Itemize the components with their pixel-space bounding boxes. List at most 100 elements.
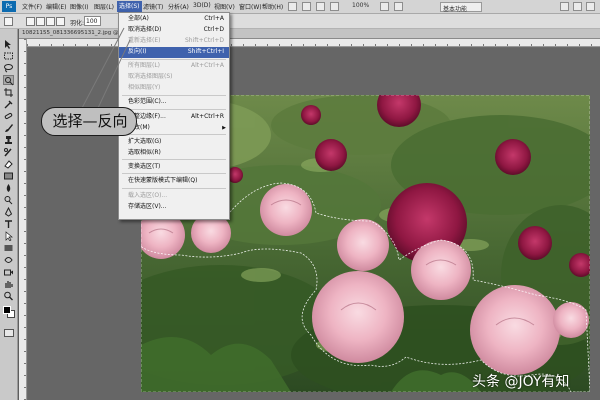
select-menu-item-3[interactable]: 反向(I) Shift+Ctrl+I — [119, 47, 229, 58]
type-icon[interactable] — [3, 219, 14, 229]
path-selection-icon[interactable] — [3, 231, 14, 241]
menu-item-label: 重新选择(E) — [128, 37, 161, 44]
add-selection-icon[interactable] — [36, 17, 45, 26]
menu-3d[interactable]: 3D(D) — [193, 2, 211, 9]
brush-icon[interactable] — [3, 123, 14, 133]
clone-stamp-icon[interactable] — [3, 135, 14, 145]
gradient-icon[interactable] — [3, 171, 14, 181]
3d-camera-icon[interactable] — [3, 267, 14, 277]
menu-item-shortcut: Alt+Ctrl+A — [191, 62, 224, 69]
menu-edit[interactable]: 编辑(E) — [46, 2, 66, 11]
menu-item-label: 存储选区(V)... — [128, 203, 167, 210]
zoom-level[interactable]: 100% — [352, 2, 369, 9]
select-menu-item-11[interactable]: 选取相似(R) — [119, 148, 229, 159]
quick-selection-icon[interactable] — [3, 75, 14, 86]
photoshop-logo: Ps — [2, 1, 16, 12]
select-menu-item-6: 相似图层(Y) — [119, 83, 229, 94]
menu-item-label: 扩大选取(G) — [128, 138, 162, 145]
close-icon[interactable] — [586, 2, 595, 11]
select-menu-item-13[interactable]: 在快速蒙版模式下编辑(Q) — [119, 176, 229, 187]
menu-help[interactable]: 帮助(H) — [262, 2, 283, 11]
shape-icon[interactable] — [3, 243, 14, 253]
dodge-icon[interactable] — [3, 195, 14, 205]
menu-layer[interactable]: 图层(L) — [94, 2, 114, 11]
lasso-icon[interactable] — [3, 63, 14, 73]
hand-icon[interactable] — [3, 279, 14, 289]
menu-item-shortcut: Ctrl+D — [203, 26, 224, 33]
minimize-icon[interactable] — [560, 2, 569, 11]
menu-item-label: 选取相似(R) — [128, 149, 161, 156]
select-menu-item-5: 取消选择图层(S) — [119, 72, 229, 83]
menu-item-shortcut: Ctrl+A — [204, 15, 224, 22]
menu-item-shortcut: Shift+Ctrl+D — [185, 37, 224, 44]
zoom-icon[interactable] — [3, 291, 14, 301]
select-menu-item-0[interactable]: 全部(A) Ctrl+A — [119, 14, 229, 25]
select-menu-item-1[interactable]: 取消选择(D) Ctrl+D — [119, 25, 229, 36]
intersect-selection-icon[interactable] — [56, 17, 65, 26]
menu-window[interactable]: 窗口(W) — [239, 2, 262, 11]
feather-input[interactable]: 100 — [84, 16, 101, 26]
watermark: 头条 @JOY有知 — [472, 374, 570, 390]
history-brush-icon[interactable] — [3, 147, 14, 157]
menu-item-label: 取消选择图层(S) — [128, 73, 173, 80]
mini-bridge-icon[interactable] — [302, 2, 311, 11]
menu-separator — [122, 188, 226, 189]
menu-separator — [122, 159, 226, 160]
quick-mask-icon[interactable] — [4, 329, 14, 337]
eyedropper-icon[interactable] — [3, 99, 14, 109]
callout-text: 选择—反向 — [52, 112, 128, 130]
eraser-icon[interactable] — [3, 159, 14, 169]
menu-item-label: 所有图层(L) — [128, 62, 161, 69]
menu-item-label: 载入选区(O)... — [128, 192, 168, 199]
crop-icon[interactable] — [3, 87, 14, 97]
menu-separator — [122, 59, 226, 60]
select-menu-item-15[interactable]: 存储选区(V)... — [119, 202, 229, 213]
arrange-documents-icon[interactable] — [380, 2, 389, 11]
menu-bar: Ps 文件(F) 编辑(E) 图像(I) 图层(L) 选择(S) 滤镜(T) 分… — [0, 0, 600, 14]
new-selection-icon[interactable] — [26, 17, 35, 26]
hand-tool-icon[interactable] — [316, 2, 325, 11]
workspace-switcher[interactable]: 基本功能 — [440, 2, 482, 13]
menu-image[interactable]: 图像(I) — [70, 2, 88, 11]
menu-analysis[interactable]: 分析(A) — [168, 2, 189, 11]
select-menu-item-10[interactable]: 扩大选取(G) — [119, 137, 229, 148]
menu-item-label: 在快速蒙版模式下编辑(Q) — [128, 177, 198, 184]
zoom-tool-icon[interactable] — [330, 2, 339, 11]
menu-filter[interactable]: 滤镜(T) — [143, 2, 163, 11]
menu-select[interactable]: 选择(S) — [117, 1, 142, 12]
submenu-arrow-icon: ▶ — [222, 125, 226, 131]
tool-preset-icon[interactable] — [4, 17, 13, 26]
horizontal-ruler[interactable] — [27, 39, 600, 47]
menu-separator — [122, 173, 226, 174]
select-menu-item-12[interactable]: 变换选区(T) — [119, 162, 229, 173]
menu-separator — [122, 95, 226, 96]
menu-item-shortcut: Alt+Ctrl+R — [190, 113, 224, 120]
options-bar: 羽化: 100 — [0, 14, 600, 29]
menu-file[interactable]: 文件(F) — [22, 2, 42, 11]
select-menu-item-7[interactable]: 色彩范围(C)... — [119, 97, 229, 108]
menu-item-label: 变换选区(T) — [128, 163, 161, 170]
vertical-ruler[interactable] — [19, 39, 27, 400]
toolbox — [0, 29, 18, 400]
blur-icon[interactable] — [3, 183, 14, 193]
feather-label: 羽化: — [70, 20, 85, 27]
healing-icon[interactable] — [3, 111, 14, 121]
move-icon[interactable] — [3, 39, 14, 49]
menu-separator — [122, 134, 226, 135]
marquee-icon[interactable] — [3, 51, 14, 61]
screen-mode-icon[interactable] — [394, 2, 403, 11]
document-tab[interactable]: 10821155_081336695131_2.jpg @ 66.7%(RGB/… — [19, 29, 600, 39]
workspace-label: 基本功能 — [443, 6, 468, 13]
menu-item-shortcut: Shift+Ctrl+I — [187, 48, 224, 55]
foreground-color-swatch[interactable] — [3, 306, 11, 314]
callout-bubble: 选择—反向 — [41, 107, 137, 136]
subtract-selection-icon[interactable] — [46, 17, 55, 26]
maximize-icon[interactable] — [573, 2, 582, 11]
pen-icon[interactable] — [3, 207, 14, 217]
menu-view[interactable]: 视图(V) — [214, 2, 235, 11]
menu-item-label: 取消选择(D) — [128, 26, 162, 33]
select-menu-item-14: 载入选区(O)... — [119, 191, 229, 202]
bridge-icon[interactable] — [288, 2, 297, 11]
menu-item-label: 色彩范围(C)... — [128, 98, 167, 105]
3d-rotate-icon[interactable] — [3, 255, 14, 265]
